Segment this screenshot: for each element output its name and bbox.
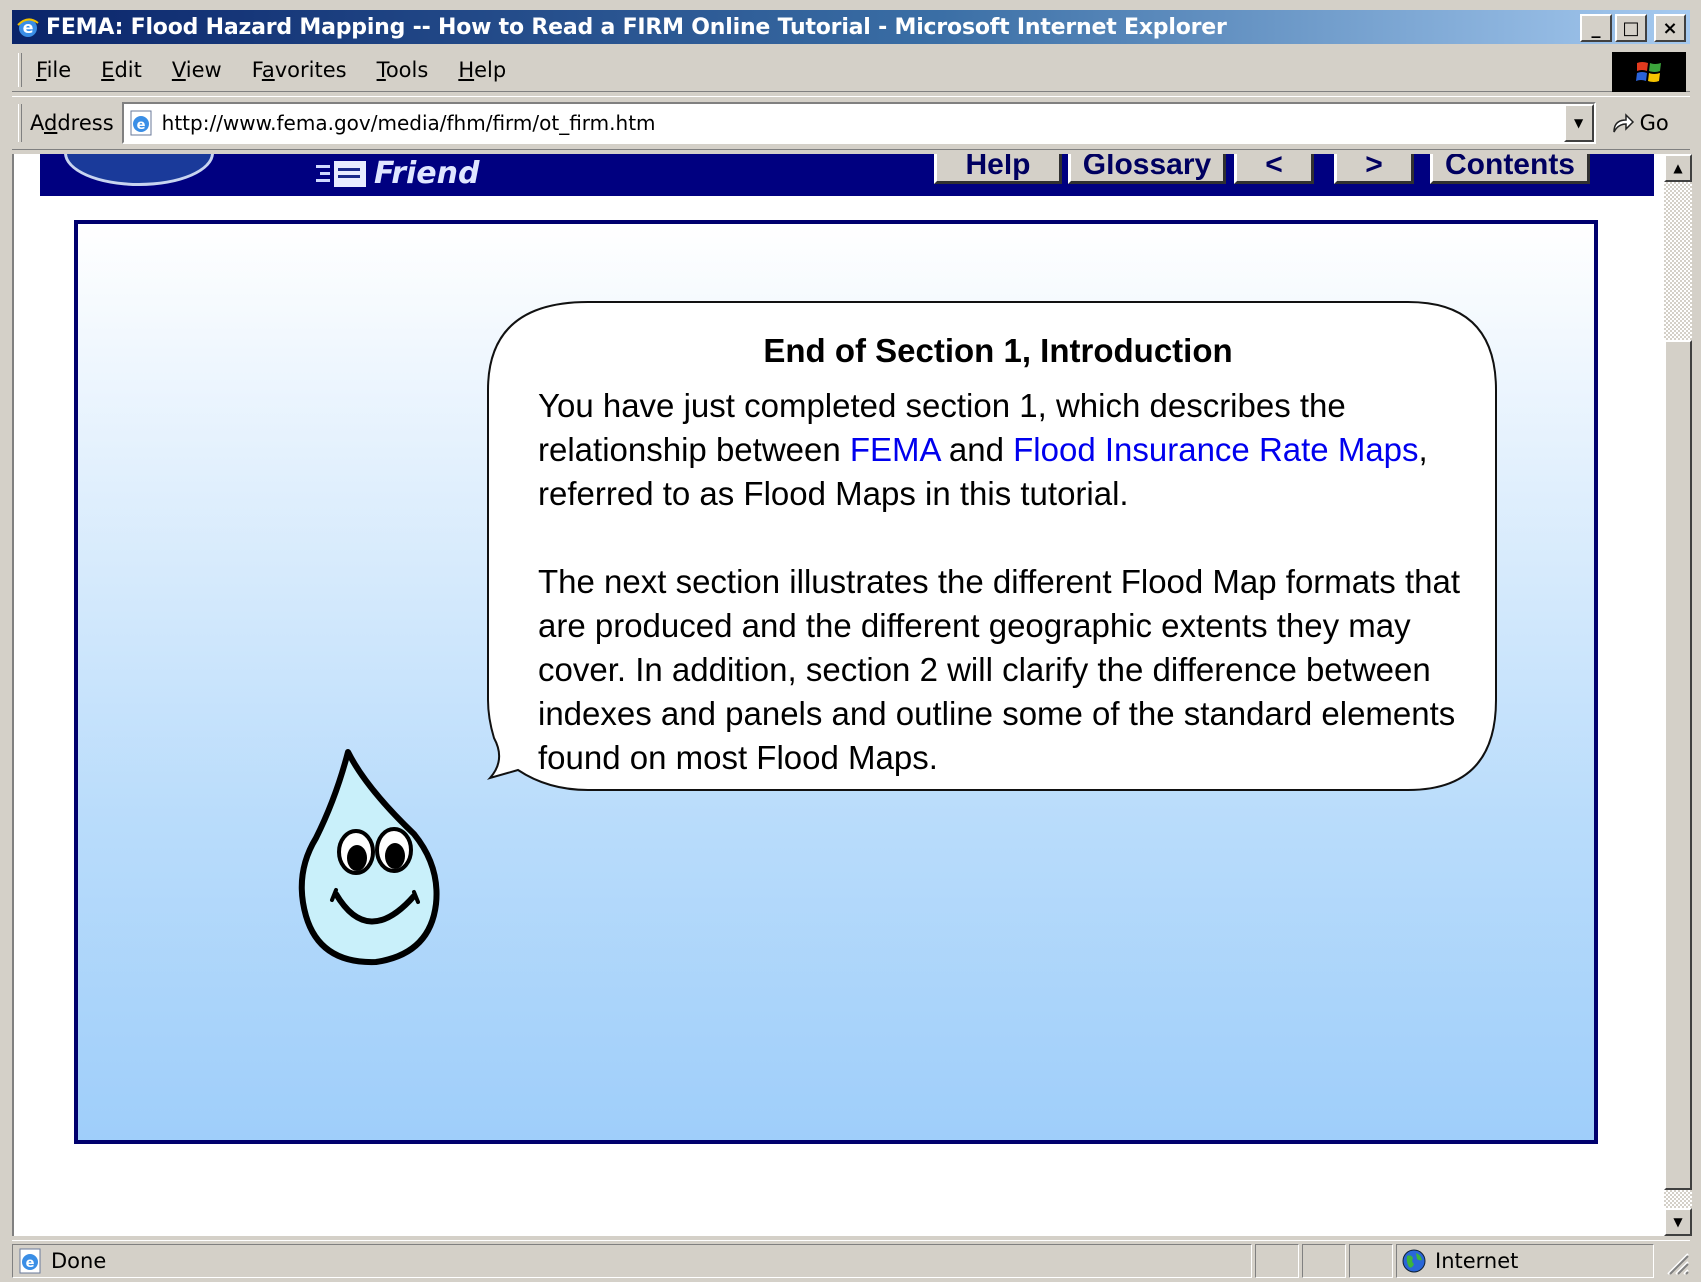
- menu-tools[interactable]: Tools: [377, 58, 429, 82]
- minimize-button[interactable]: _: [1580, 14, 1612, 42]
- menu-help[interactable]: Help: [458, 58, 506, 82]
- svg-text:e: e: [26, 1256, 35, 1271]
- next-section-paragraph: The next section illustrates the differe…: [538, 563, 1461, 776]
- tutorial-content-panel: End of Section 1, Introduction You have …: [74, 220, 1598, 1144]
- scroll-thumb[interactable]: [1664, 340, 1692, 1190]
- menu-file[interactable]: File: [36, 58, 71, 82]
- address-input[interactable]: e http://www.fema.gov/media/fhm/firm/ot_…: [121, 102, 1596, 144]
- friend-label: Friend: [374, 156, 480, 191]
- security-zone-cell[interactable]: Internet: [1396, 1243, 1654, 1278]
- flood-insurance-rate-maps-link[interactable]: Flood Insurance Rate Maps: [1013, 431, 1418, 468]
- go-label: Go: [1639, 111, 1669, 135]
- next-page-button[interactable]: >: [1334, 154, 1414, 184]
- summary-paragraph: You have just completed section 1, which…: [538, 384, 1488, 516]
- scroll-down-button[interactable]: ▼: [1664, 1208, 1692, 1236]
- glossary-nav-button[interactable]: Glossary: [1068, 154, 1226, 184]
- window-title-bar[interactable]: e FEMA: Flood Hazard Mapping -- How to R…: [12, 10, 1690, 44]
- menu-favorites[interactable]: Favorites: [252, 58, 347, 82]
- close-button[interactable]: ×: [1654, 14, 1686, 42]
- site-header: Friend Help Glossary < > Contents: [40, 154, 1654, 196]
- summary-text-2: and: [939, 431, 1014, 468]
- address-url[interactable]: http://www.fema.gov/media/fhm/firm/ot_fi…: [162, 111, 656, 135]
- address-dropdown-button[interactable]: ▼: [1563, 104, 1594, 142]
- address-bar: Address e http://www.fema.gov/media/fhm/…: [12, 96, 1690, 150]
- contents-nav-button[interactable]: Contents: [1430, 154, 1590, 184]
- windows-logo-icon: [1612, 52, 1686, 92]
- go-arrow-icon: [1612, 113, 1634, 133]
- fema-seal-logo: [64, 154, 214, 186]
- status-text: Done: [51, 1248, 107, 1273]
- water-drop-mascot-icon: [298, 749, 440, 966]
- tell-a-friend-link[interactable]: Friend: [316, 156, 479, 191]
- menu-bar: File Edit View Favorites Tools Help: [12, 48, 1690, 92]
- scroll-up-button[interactable]: ▲: [1664, 154, 1692, 182]
- go-button[interactable]: Go: [1610, 110, 1669, 136]
- vertical-scrollbar[interactable]: ▲ ▼: [1664, 154, 1692, 1236]
- maximize-button[interactable]: □: [1615, 14, 1647, 42]
- resize-grip-icon[interactable]: [1660, 1246, 1690, 1276]
- internet-explorer-icon: e: [17, 18, 39, 37]
- page-ie-icon: e: [130, 110, 152, 136]
- status-cell-blank: [1349, 1243, 1393, 1278]
- svg-text:e: e: [136, 118, 145, 133]
- help-nav-button[interactable]: Help: [934, 154, 1062, 184]
- previous-page-button[interactable]: <: [1234, 154, 1314, 184]
- bubble-text: End of Section 1, Introduction You have …: [538, 332, 1488, 780]
- status-bar: e Done Internet: [12, 1240, 1690, 1280]
- status-main-cell: e Done: [12, 1243, 1252, 1278]
- page-viewport[interactable]: Friend Help Glossary < > Contents End of…: [12, 154, 1664, 1236]
- page-status-icon: e: [19, 1248, 41, 1273]
- fema-link[interactable]: FEMA: [850, 431, 940, 468]
- envelope-lines-icon: [316, 160, 366, 187]
- addressbar-grip[interactable]: [18, 104, 22, 142]
- address-label: Address: [30, 111, 114, 135]
- menubar-grip[interactable]: [18, 52, 22, 87]
- internet-globe-icon: [1402, 1249, 1426, 1272]
- window-title: FEMA: Flood Hazard Mapping -- How to Rea…: [46, 14, 1227, 40]
- status-cell-lock: [1302, 1243, 1346, 1278]
- status-cell-progress: [1255, 1243, 1299, 1278]
- zone-label: Internet: [1435, 1248, 1519, 1273]
- menu-view[interactable]: View: [172, 58, 222, 82]
- section-end-heading: End of Section 1, Introduction: [763, 332, 1233, 369]
- menu-edit[interactable]: Edit: [101, 58, 142, 82]
